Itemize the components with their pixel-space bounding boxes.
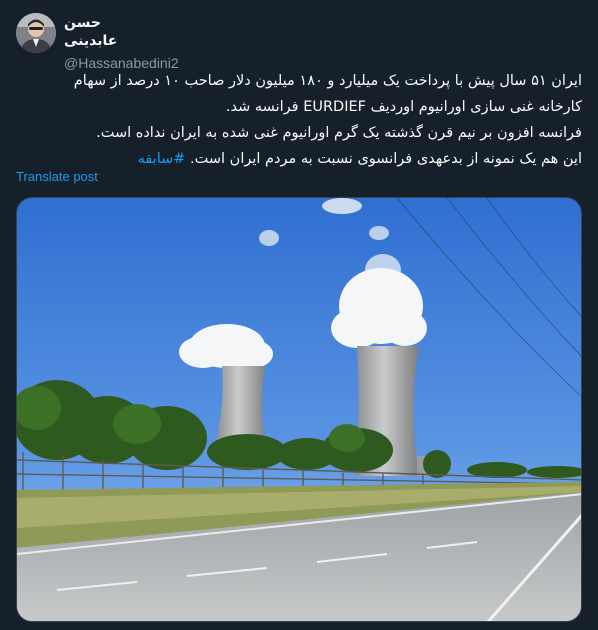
avatar-photo-icon [16,13,56,53]
avatar[interactable] [16,13,56,53]
tweet-text: ایران ۵۱ سال پیش با پرداخت یک میلیارد و … [16,68,582,172]
tweet-text-line: کارخانه غنی سازی اورانیوم اوردیف EURDIEF… [225,99,582,115]
tweet-text-line-last: این هم یک نمونه از بدعهدی فرانسوی نسبت ب… [16,146,582,172]
translate-post-link[interactable]: Translate post [16,168,98,186]
author-names: حسن عابدینی @Hassanabedini2 [64,14,179,73]
tweet-media[interactable] [16,197,582,622]
tweet-text-line: فرانسه افزون بر نیم قرن گذشته یک گرم اور… [96,125,582,141]
author-display-name[interactable]: حسن عابدینی [64,14,154,50]
tweet-text-line: ایران ۵۱ سال پیش با پرداخت یک میلیارد و … [73,73,582,89]
nuclear-plant-photo-icon [17,198,581,621]
hashtag-link[interactable]: #سابقه [138,151,186,167]
tweet-text-fragment: این هم یک نمونه از بدعهدی فرانسوی نسبت ب… [190,151,582,167]
tweet-card: حسن عابدینی @Hassanabedini2 ایران ۵۱ سال… [0,0,598,630]
